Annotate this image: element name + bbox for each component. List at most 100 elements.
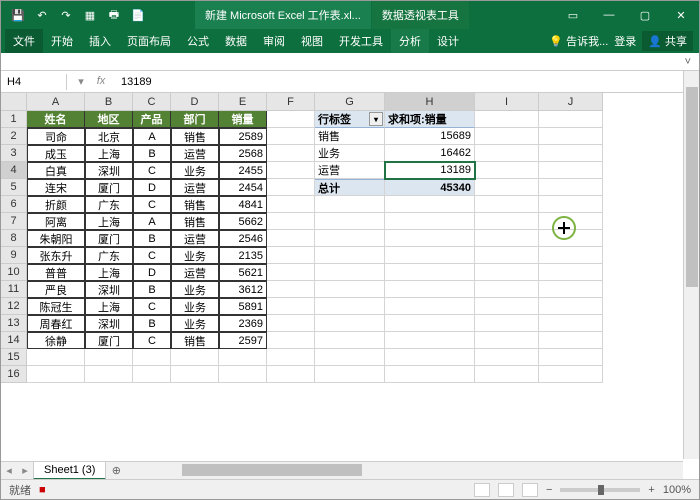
- vertical-scrollbar[interactable]: [683, 71, 699, 459]
- cell-E10[interactable]: 5621: [219, 264, 267, 281]
- row-header-8[interactable]: 8: [1, 230, 27, 247]
- cell-C3[interactable]: B: [133, 145, 171, 162]
- cell-B10[interactable]: 上海: [85, 264, 133, 281]
- cell-G8[interactable]: [315, 230, 385, 247]
- row-header-4[interactable]: 4: [1, 162, 27, 179]
- tab-analyze[interactable]: 分析: [391, 29, 429, 53]
- cell-D14[interactable]: 销售: [171, 332, 219, 349]
- row-header-6[interactable]: 6: [1, 196, 27, 213]
- cell-D16[interactable]: [171, 366, 219, 383]
- cell-H13[interactable]: [385, 315, 475, 332]
- cell-I12[interactable]: [475, 298, 539, 315]
- cell-G12[interactable]: [315, 298, 385, 315]
- cell-C5[interactable]: D: [133, 179, 171, 196]
- tab-review[interactable]: 审阅: [255, 29, 293, 53]
- cell-E8[interactable]: 2546: [219, 230, 267, 247]
- col-header-G[interactable]: G: [315, 93, 385, 111]
- cell-B16[interactable]: [85, 366, 133, 383]
- cell-F4[interactable]: [267, 162, 315, 179]
- cell-B9[interactable]: 广东: [85, 247, 133, 264]
- cell-G4[interactable]: 运营: [315, 162, 385, 179]
- tab-data[interactable]: 数据: [217, 29, 255, 53]
- col-header-E[interactable]: E: [219, 93, 267, 111]
- col-header-J[interactable]: J: [539, 93, 603, 111]
- cell-A16[interactable]: [27, 366, 85, 383]
- row-header-15[interactable]: 15: [1, 349, 27, 366]
- save-icon[interactable]: 💾: [7, 4, 29, 26]
- cell-I5[interactable]: [475, 179, 539, 196]
- cell-A7[interactable]: 阿离: [27, 213, 85, 230]
- cell-G14[interactable]: [315, 332, 385, 349]
- cell-G2[interactable]: 销售: [315, 128, 385, 145]
- zoom-level[interactable]: 100%: [663, 484, 691, 496]
- cell-G9[interactable]: [315, 247, 385, 264]
- cell-C12[interactable]: C: [133, 298, 171, 315]
- cell-B12[interactable]: 上海: [85, 298, 133, 315]
- cell-H9[interactable]: [385, 247, 475, 264]
- cell-I6[interactable]: [475, 196, 539, 213]
- row-header-7[interactable]: 7: [1, 213, 27, 230]
- cell-G1[interactable]: 行标签▾: [315, 111, 385, 128]
- row-header-16[interactable]: 16: [1, 366, 27, 383]
- cell-I13[interactable]: [475, 315, 539, 332]
- cell-C13[interactable]: B: [133, 315, 171, 332]
- horizontal-scrollbar[interactable]: [166, 462, 683, 479]
- cell-D2[interactable]: 销售: [171, 128, 219, 145]
- row-header-1[interactable]: 1: [1, 111, 27, 128]
- cell-E15[interactable]: [219, 349, 267, 366]
- cell-J12[interactable]: [539, 298, 603, 315]
- cell-B1[interactable]: 地区: [85, 111, 133, 128]
- cell-B8[interactable]: 厦门: [85, 230, 133, 247]
- cell-A13[interactable]: 周春红: [27, 315, 85, 332]
- cell-F10[interactable]: [267, 264, 315, 281]
- undo-icon[interactable]: ↶: [31, 4, 53, 26]
- cell-H7[interactable]: [385, 213, 475, 230]
- cell-C8[interactable]: B: [133, 230, 171, 247]
- row-header-5[interactable]: 5: [1, 179, 27, 196]
- tab-developer[interactable]: 开发工具: [331, 29, 391, 53]
- cell-A15[interactable]: [27, 349, 85, 366]
- zoom-in-icon[interactable]: +: [648, 484, 654, 496]
- cell-I4[interactable]: [475, 162, 539, 179]
- cell-E13[interactable]: 2369: [219, 315, 267, 332]
- cell-D7[interactable]: 销售: [171, 213, 219, 230]
- cell-B15[interactable]: [85, 349, 133, 366]
- tab-file[interactable]: 文件: [5, 29, 43, 53]
- cell-F14[interactable]: [267, 332, 315, 349]
- view-layout-icon[interactable]: [498, 483, 514, 497]
- tab-home[interactable]: 开始: [43, 29, 81, 53]
- cell-C4[interactable]: C: [133, 162, 171, 179]
- cell-I11[interactable]: [475, 281, 539, 298]
- grid-icon[interactable]: ▦: [79, 4, 101, 26]
- add-sheet-icon[interactable]: ⊕: [106, 464, 126, 477]
- cell-I9[interactable]: [475, 247, 539, 264]
- cell-F11[interactable]: [267, 281, 315, 298]
- fx-dropdown-icon[interactable]: ▾: [71, 75, 91, 88]
- row-header-9[interactable]: 9: [1, 247, 27, 264]
- maximize-icon[interactable]: ▢: [627, 1, 663, 29]
- row-header-12[interactable]: 12: [1, 298, 27, 315]
- cell-G3[interactable]: 业务: [315, 145, 385, 162]
- tab-view[interactable]: 视图: [293, 29, 331, 53]
- cell-D1[interactable]: 部门: [171, 111, 219, 128]
- cell-I8[interactable]: [475, 230, 539, 247]
- close-icon[interactable]: ✕: [663, 1, 699, 29]
- redo-icon[interactable]: ↷: [55, 4, 77, 26]
- cell-E1[interactable]: 销量: [219, 111, 267, 128]
- cell-F1[interactable]: [267, 111, 315, 128]
- cell-J1[interactable]: [539, 111, 603, 128]
- cell-I1[interactable]: [475, 111, 539, 128]
- minimize-icon[interactable]: —: [591, 1, 627, 29]
- cell-D5[interactable]: 运营: [171, 179, 219, 196]
- tab-nav-prev-icon[interactable]: ◂: [1, 464, 17, 477]
- cell-H5[interactable]: 45340: [385, 179, 475, 196]
- row-header-13[interactable]: 13: [1, 315, 27, 332]
- cell-E2[interactable]: 2589: [219, 128, 267, 145]
- cell-H10[interactable]: [385, 264, 475, 281]
- tab-nav-next-icon[interactable]: ▸: [17, 464, 33, 477]
- cell-A10[interactable]: 普普: [27, 264, 85, 281]
- row-header-3[interactable]: 3: [1, 145, 27, 162]
- cell-A2[interactable]: 司命: [27, 128, 85, 145]
- cell-J5[interactable]: [539, 179, 603, 196]
- cell-J15[interactable]: [539, 349, 603, 366]
